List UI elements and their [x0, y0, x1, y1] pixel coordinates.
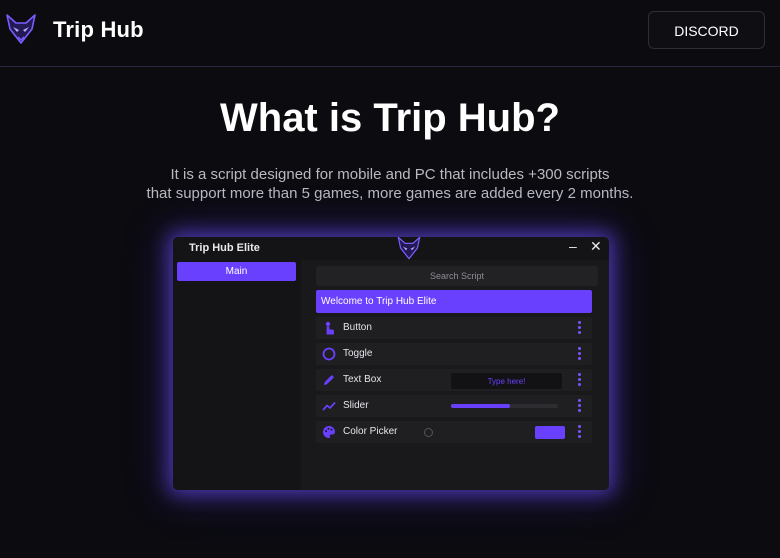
button-row[interactable]: Button [316, 317, 592, 339]
textbox-row: Text Box [316, 369, 592, 391]
pencil-icon [324, 375, 334, 385]
more-options-icon[interactable] [578, 373, 582, 387]
close-button[interactable]: ✕ [590, 238, 602, 255]
color-picker-row: Color Picker [316, 421, 592, 443]
touch-icon [325, 321, 334, 335]
fox-icon[interactable] [4, 12, 38, 46]
circle-icon[interactable] [322, 347, 336, 361]
toggle-row[interactable]: Toggle [316, 343, 592, 365]
more-options-icon[interactable] [578, 347, 582, 361]
more-options-icon[interactable] [578, 425, 582, 439]
sidebar-tab-main[interactable]: Main [177, 262, 296, 281]
trend-icon [322, 401, 336, 411]
welcome-banner: Welcome to Trip Hub Elite [316, 290, 592, 313]
brand-name[interactable]: Trip Hub [53, 17, 144, 43]
top-navbar: Trip Hub DISCORD [0, 0, 780, 67]
slider-fill [451, 404, 510, 408]
more-options-icon[interactable] [578, 399, 582, 413]
slider[interactable] [451, 404, 558, 408]
text-box-input[interactable] [451, 373, 562, 389]
color-swatch[interactable] [535, 426, 565, 439]
more-options-icon[interactable] [578, 321, 582, 335]
row-label: Slider [343, 400, 369, 411]
row-label: Button [343, 322, 372, 333]
window-content: Welcome to Trip Hub Elite Button Toggle … [301, 260, 609, 490]
color-mode-icon[interactable] [424, 428, 433, 437]
row-label: Color Picker [343, 426, 398, 437]
fox-icon [397, 237, 421, 260]
slider-row: Slider [316, 395, 592, 417]
window-sidebar: Main [173, 260, 301, 490]
window-title: Trip Hub Elite [189, 242, 260, 254]
palette-icon [323, 426, 336, 438]
row-label: Toggle [343, 348, 373, 359]
hero-subtitle-line: It is a script designed for mobile and P… [170, 166, 610, 183]
search-input[interactable] [316, 266, 598, 286]
hero-subtitle: It is a script designed for mobile and P… [0, 165, 780, 203]
minimize-button[interactable]: – [569, 239, 577, 253]
discord-button[interactable]: DISCORD [648, 11, 765, 49]
hero-subtitle-line: that support more than 5 games, more gam… [146, 185, 634, 202]
row-label: Text Box [343, 374, 382, 385]
app-window-preview: Trip Hub Elite – ✕ Main Welcome to Trip … [173, 237, 609, 490]
hero-title: What is Trip Hub? [220, 96, 560, 140]
